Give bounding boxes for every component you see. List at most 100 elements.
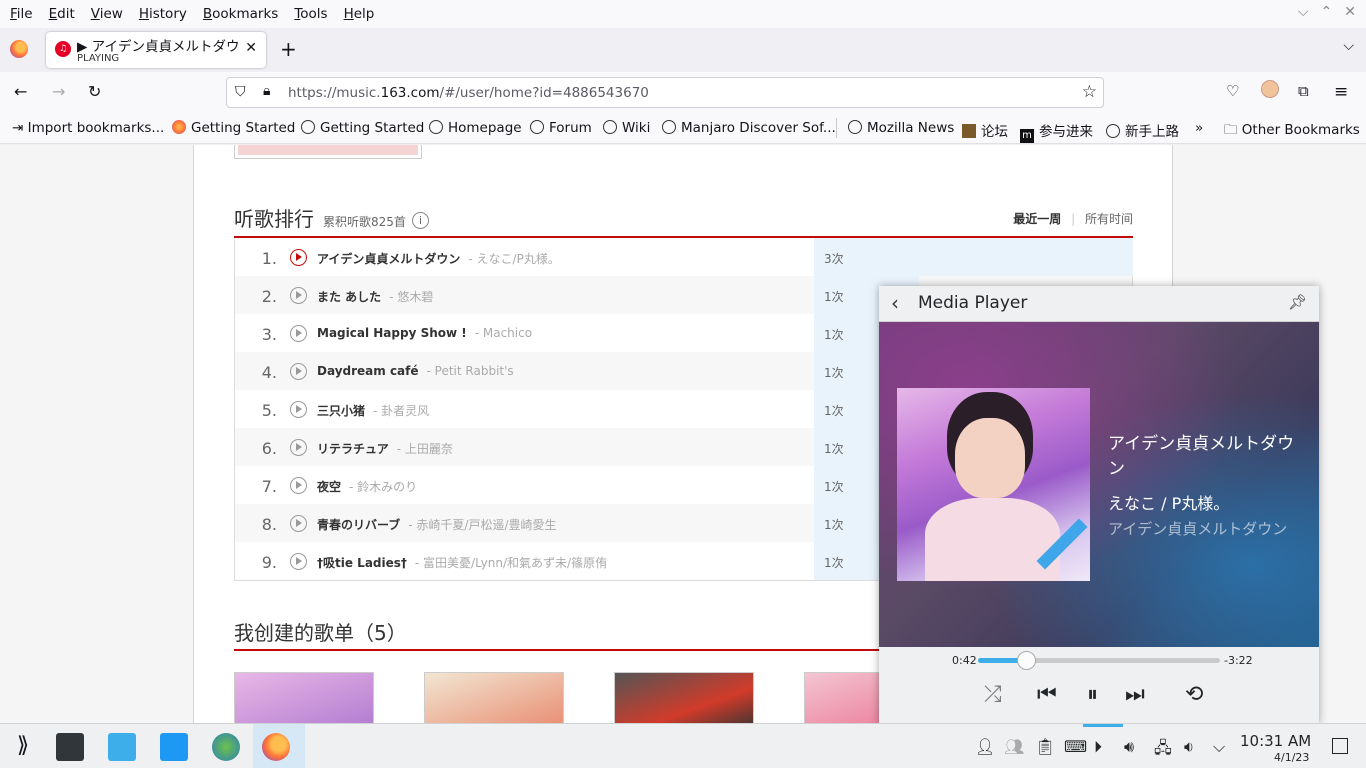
close-tab-icon[interactable]: ✕ [245, 40, 257, 56]
bookmark-forum[interactable]: Forum [530, 120, 592, 136]
bookmark-star-icon[interactable]: ☆ [1082, 82, 1097, 102]
play-icon[interactable] [290, 439, 307, 456]
back-arrow-icon[interactable]: ‹ [891, 291, 899, 315]
next-track-icon[interactable]: ⏭ [1125, 682, 1145, 707]
song-artist[interactable]: - 悠木碧 [389, 290, 433, 304]
bookmark-canyu[interactable]: m 参与进来 [1020, 120, 1093, 143]
menu-file[interactable]: File [2, 6, 41, 22]
play-icon[interactable] [290, 515, 307, 532]
list-tabs-icon[interactable]: ⌵ [1343, 38, 1354, 54]
url-bar[interactable]: ⛉ 🔒︎ https://music.163.com/#/user/home?i… [226, 77, 1104, 108]
playlist-cover[interactable] [234, 672, 374, 723]
song-artist[interactable]: - 卦者灵风 [373, 404, 429, 418]
playlist-cover[interactable] [424, 672, 564, 723]
bookmark-xinshou[interactable]: 新手上路 [1106, 120, 1179, 140]
system-settings-icon[interactable] [56, 733, 84, 761]
play-icon[interactable] [290, 287, 307, 304]
shuffle-icon[interactable]: ⤮ [984, 682, 1002, 707]
app-launcher-icon[interactable]: ⟫ [9, 733, 37, 761]
seek-slider[interactable] [978, 651, 1220, 670]
network-globe-icon[interactable] [212, 733, 240, 761]
lock-icon[interactable]: 🔒︎ [263, 83, 270, 99]
playlist-cover[interactable] [614, 672, 754, 723]
show-desktop-icon[interactable] [1332, 738, 1348, 754]
song-title[interactable]: アイデン貞貞メルトダウン - えなこ/P丸様。 [317, 250, 560, 267]
song-title[interactable]: リテラチュア - 上田麗奈 [317, 440, 453, 457]
play-icon[interactable] [290, 363, 307, 380]
pocket-icon[interactable]: ♡ [1226, 82, 1239, 100]
media-play-icon[interactable]: ⏵ [1094, 737, 1102, 757]
network-icon[interactable]: 🖧 [1154, 737, 1172, 764]
song-title[interactable]: 青春のリバーブ - 赤崎千夏/戸松遥/豊崎愛生 [317, 516, 557, 533]
back-icon[interactable]: ← [14, 82, 27, 101]
forward-icon[interactable]: → [52, 82, 65, 101]
song-artist[interactable]: - 富田美憂/Lynn/和氣あず未/篠原侑 [415, 556, 607, 570]
bookmark-wiki[interactable]: Wiki [603, 120, 650, 136]
extensions-icon[interactable]: ⧉ [1298, 82, 1309, 100]
bookmark-luntan[interactable]: 论坛 [962, 120, 1008, 140]
url-text[interactable]: https://music.163.com/#/user/home?id=488… [288, 85, 649, 101]
play-icon[interactable] [290, 325, 307, 342]
play-icon[interactable] [290, 477, 307, 494]
menu-view[interactable]: View [83, 6, 131, 22]
song-title[interactable]: Daydream café - Petit Rabbit's [317, 364, 514, 378]
app-menu-icon[interactable]: ≡ [1334, 82, 1348, 102]
song-artist[interactable]: - Petit Rabbit's [427, 364, 514, 378]
more-bookmarks-icon[interactable]: » [1195, 120, 1203, 136]
song-artist[interactable]: - えなこ/P丸様。 [468, 252, 559, 266]
audio-icon[interactable]: 🔊︎ [1124, 737, 1134, 757]
account-avatar[interactable] [1261, 80, 1279, 98]
song-title[interactable]: Magical Happy Show ! - Machico [317, 326, 532, 340]
user-switch-icon[interactable]: 👥︎ [1004, 737, 1024, 756]
keyboard-icon[interactable]: ⌨ [1064, 737, 1087, 756]
bookmark-getting-started[interactable]: Getting Started [301, 120, 424, 136]
song-artist[interactable]: - 上田麗奈 [397, 442, 453, 456]
song-title[interactable]: †吸tie Ladies† - 富田美憂/Lynn/和氣あず未/篠原侑 [317, 554, 607, 571]
repeat-icon[interactable]: ⟲ [1185, 682, 1203, 707]
song-artist[interactable]: - 鈴木みのり [349, 480, 417, 494]
bookmark-homepage[interactable]: Homepage [429, 120, 522, 136]
period-last-week[interactable]: 最近一周 [1013, 212, 1061, 226]
firefox-icon[interactable] [262, 733, 290, 761]
previous-track-icon[interactable]: ⏮ [1037, 682, 1057, 707]
clock-date[interactable]: 4/1/23 [1274, 751, 1309, 764]
bookmark-getting-started-firefox[interactable]: Getting Started [172, 120, 295, 136]
maximize-icon[interactable]: ⌃ [1321, 4, 1333, 20]
menu-bookmarks[interactable]: Bookmarks [195, 6, 286, 22]
tray-expand-icon[interactable]: ⌵ [1213, 737, 1225, 757]
new-tab-icon[interactable]: + [280, 37, 297, 61]
menu-help[interactable]: Help [336, 6, 383, 22]
tab-netease-music[interactable]: ♫ ▶ アイデン貞貞メルトダウン PLAYING ✕ [46, 32, 266, 68]
close-window-icon[interactable]: ✕ [1344, 4, 1356, 20]
seek-handle[interactable] [1017, 651, 1037, 670]
discover-icon[interactable] [108, 733, 136, 761]
file-manager-icon[interactable] [160, 733, 188, 761]
ranking-row[interactable]: 1. アイデン貞貞メルトダウン - えなこ/P丸様。 3次 [235, 238, 1133, 276]
song-title[interactable]: 夜空 - 鈴木みのり [317, 478, 417, 495]
song-artist[interactable]: - 赤崎千夏/戸松遥/豊崎愛生 [408, 518, 556, 532]
clipboard-icon[interactable]: 📋︎ [1035, 737, 1055, 756]
reload-icon[interactable]: ↻ [88, 82, 101, 101]
pause-icon[interactable]: ⏸ [1087, 682, 1098, 707]
play-icon[interactable] [290, 401, 307, 418]
song-title[interactable]: また あした - 悠木碧 [317, 288, 433, 305]
volume-icon[interactable]: 🔉︎ [1184, 737, 1194, 757]
shield-icon[interactable]: ⛉ [235, 84, 246, 100]
user-icon[interactable]: 👤︎ [975, 737, 995, 756]
play-icon[interactable] [290, 553, 307, 570]
info-icon[interactable]: i [412, 212, 429, 229]
song-artist[interactable]: - Machico [475, 326, 532, 340]
menu-history[interactable]: History [131, 6, 195, 22]
song-title[interactable]: 三只小猪 - 卦者灵风 [317, 402, 429, 419]
bookmark-other[interactable]: 🗀︎ Other Bookmarks [1224, 120, 1360, 143]
bookmark-mozilla-news[interactable]: Mozilla News [848, 120, 954, 136]
menu-edit[interactable]: Edit [41, 6, 83, 22]
period-all-time[interactable]: 所有时间 [1085, 212, 1133, 226]
clock-time[interactable]: 10:31 AM [1240, 732, 1311, 750]
menu-tools[interactable]: Tools [286, 6, 335, 22]
bookmark-manjaro-discover[interactable]: Manjaro Discover Sof... [662, 120, 836, 136]
play-icon[interactable] [290, 249, 307, 266]
minimize-icon[interactable]: ⌵ [1298, 4, 1309, 20]
firefox-view-icon[interactable] [10, 40, 28, 58]
bookmark-import[interactable]: ⇥ Import bookmarks... [12, 120, 164, 136]
